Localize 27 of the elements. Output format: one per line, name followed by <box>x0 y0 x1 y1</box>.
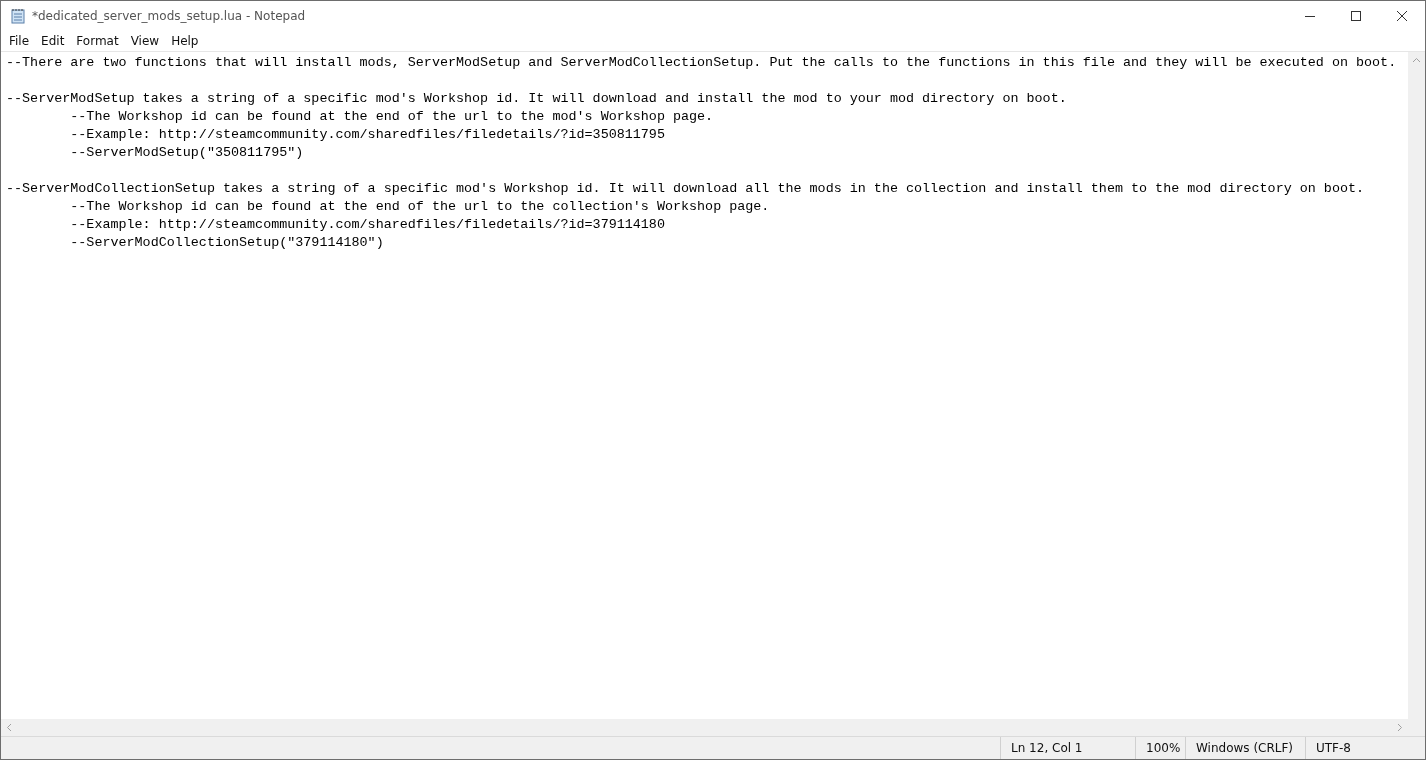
text-line: --ServerModSetup("350811795") <box>69 144 305 162</box>
text-line: --ServerModSetup takes a string of a specific mod's Workshop id. It will download and install the mod to your mod directory on boot. <box>6 90 1068 108</box>
line-ending: Windows (CRLF) <box>1185 737 1305 759</box>
vertical-scrollbar[interactable] <box>1408 52 1425 719</box>
notepad-icon <box>10 8 26 24</box>
menu-item[interactable]: Format <box>70 34 125 48</box>
text-line: --There are two functions that will install mods, ServerModSetup and ServerModCollectionSetup. Put the calls to the functions in this file and they will be executed on boot. <box>6 54 1398 72</box>
scroll-right-icon[interactable] <box>1395 723 1404 732</box>
scroll-up-icon[interactable] <box>1412 56 1421 65</box>
text-line: --ServerModCollectionSetup("379114180") <box>69 234 385 252</box>
scroll-left-icon[interactable] <box>5 723 14 732</box>
horizontal-scrollbar[interactable] <box>1 719 1408 736</box>
encoding: UTF-8 <box>1305 737 1425 759</box>
text-line: --The Workshop id can be found at the end of the url to the mod's Workshop page. <box>69 108 715 126</box>
cursor-position: Ln 12, Col 1 <box>1000 737 1135 759</box>
window-title: *dedicated_server_mods_setup.lua - Notepad <box>32 9 307 23</box>
menu-item[interactable]: File <box>3 34 36 48</box>
menu-item[interactable]: Help <box>165 34 205 48</box>
zoom-level: 100% <box>1135 737 1185 759</box>
text-line: --Example: http://steamcommunity.com/sharedfiles/filedetails/?id=379114180 <box>69 216 666 234</box>
menu-item[interactable]: Edit <box>35 34 71 48</box>
text-line: --Example: http://steamcommunity.com/sharedfiles/filedetails/?id=350811795 <box>69 126 666 144</box>
close-icon <box>1397 11 1407 21</box>
menu-item[interactable]: View <box>124 34 166 48</box>
maximize-icon <box>1351 11 1361 21</box>
text-line: --ServerModCollectionSetup takes a string of a specific mod's Workshop id. It will download all the mods in the collection and install them to the mod directory on boot. <box>6 180 1366 198</box>
text-line: --The Workshop id can be found at the end of the url to the collection's Workshop page. <box>69 198 771 216</box>
